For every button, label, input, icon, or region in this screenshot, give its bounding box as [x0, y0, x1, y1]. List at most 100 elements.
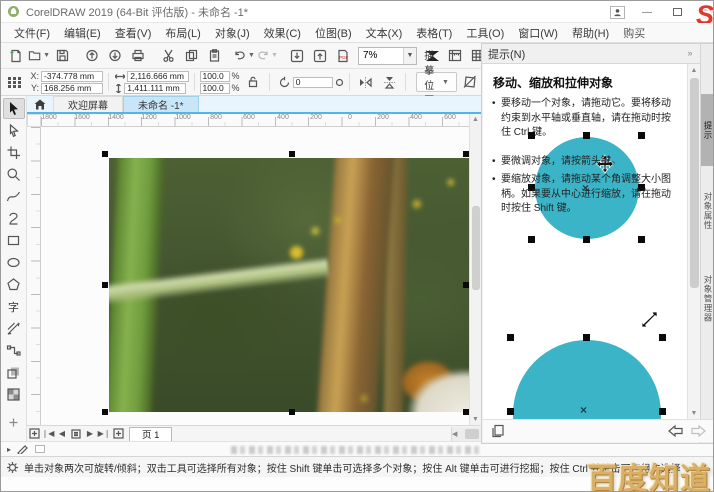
- polygon-tool[interactable]: [3, 274, 25, 295]
- copy-button[interactable]: [180, 45, 202, 67]
- next-page-icon[interactable]: ▶: [83, 427, 97, 441]
- new-document-button[interactable]: [5, 45, 27, 67]
- account-icon[interactable]: [610, 6, 625, 19]
- ellipse-tool[interactable]: [3, 252, 25, 273]
- first-page-icon[interactable]: ❘◀: [41, 427, 55, 441]
- selection-handle-top-middle[interactable]: [289, 151, 295, 157]
- selected-bitmap-image[interactable]: [109, 158, 469, 412]
- drop-shadow-tool[interactable]: [3, 362, 25, 383]
- canvas-vertical-scrollbar[interactable]: ▲ ▼: [469, 114, 481, 425]
- home-icon[interactable]: [27, 96, 53, 112]
- trace-bitmap-button[interactable]: 描摹位图(T)▼: [416, 72, 457, 92]
- menu-effects[interactable]: 效果(C): [257, 23, 308, 43]
- zoom-level-input[interactable]: [359, 48, 403, 64]
- freehand-tool[interactable]: [3, 186, 25, 207]
- scrollbar-thumb[interactable]: [472, 206, 480, 290]
- x-position-field[interactable]: [41, 71, 103, 82]
- bezier-tool[interactable]: [3, 208, 25, 229]
- tab-document-1[interactable]: 未命名 -1*: [123, 96, 199, 112]
- zoom-tool[interactable]: [3, 164, 25, 185]
- forward-arrow-icon[interactable]: [690, 424, 707, 438]
- last-page-icon[interactable]: ▶❘: [97, 427, 111, 441]
- crop-tool[interactable]: [3, 142, 25, 163]
- paste-button[interactable]: [203, 45, 225, 67]
- vertical-ruler[interactable]: [27, 127, 41, 425]
- connector-tool[interactable]: [3, 340, 25, 361]
- text-tool[interactable]: 字: [3, 296, 25, 317]
- open-button[interactable]: ▼: [28, 45, 50, 67]
- scrollbar-thumb[interactable]: [465, 429, 479, 439]
- scroll-down-icon[interactable]: ▼: [688, 408, 700, 419]
- selection-handle-bottom-left[interactable]: [102, 409, 108, 415]
- menu-help[interactable]: 帮助(H): [565, 23, 616, 43]
- object-width-field[interactable]: [127, 71, 189, 82]
- redo-button[interactable]: ▼: [256, 45, 278, 67]
- pick-tool[interactable]: [3, 98, 25, 119]
- page-list-icon[interactable]: [69, 427, 83, 441]
- zoom-dropdown-icon[interactable]: ▼: [403, 48, 416, 64]
- mirror-horizontal-icon[interactable]: [354, 71, 376, 93]
- hints-scrollbar[interactable]: ▲ ▼: [687, 64, 700, 420]
- add-page-icon[interactable]: [27, 427, 41, 441]
- scroll-down-icon[interactable]: ▼: [472, 414, 479, 425]
- menu-edit[interactable]: 编辑(E): [57, 23, 108, 43]
- customize-toolbox-button[interactable]: [3, 412, 25, 433]
- menu-layout[interactable]: 布局(L): [158, 23, 207, 43]
- dimension-tool[interactable]: [3, 318, 25, 339]
- rotation-angle-field[interactable]: [293, 77, 333, 88]
- horizontal-ruler[interactable]: 1800 1600 1400 1200 1000 800 600 400 200…: [41, 114, 469, 127]
- menu-table[interactable]: 表格(T): [409, 23, 459, 43]
- ruler-corner[interactable]: [27, 114, 41, 127]
- previous-page-icon[interactable]: ◀: [55, 427, 69, 441]
- docker-collapse-icon[interactable]: »: [687, 48, 692, 59]
- publish-pdf-button[interactable]: PDF: [332, 45, 354, 67]
- cloud-open-icon[interactable]: [81, 45, 103, 67]
- export-button[interactable]: [309, 45, 331, 67]
- scroll-left-icon[interactable]: ◀: [452, 428, 457, 440]
- lock-ratio-icon[interactable]: [242, 71, 264, 93]
- menu-text[interactable]: 文本(X): [359, 23, 410, 43]
- tab-welcome-screen[interactable]: 欢迎屏幕: [53, 96, 123, 112]
- minimize-button[interactable]: —: [639, 5, 655, 19]
- straighten-image-icon[interactable]: [459, 71, 481, 93]
- mirror-vertical-icon[interactable]: [378, 71, 400, 93]
- zoom-level-combobox[interactable]: ▼: [358, 47, 417, 65]
- import-button[interactable]: [286, 45, 308, 67]
- scale-y-field[interactable]: [200, 83, 230, 94]
- transparency-tool[interactable]: [3, 384, 25, 405]
- menu-file[interactable]: 文件(F): [7, 23, 57, 43]
- rail-tab-object-manager[interactable]: 对象管理器: [701, 256, 714, 342]
- menu-tools[interactable]: 工具(O): [459, 23, 511, 43]
- rail-tab-hints[interactable]: 提示: [701, 94, 714, 166]
- print-button[interactable]: [127, 45, 149, 67]
- selection-handle-bottom-middle[interactable]: [289, 409, 295, 415]
- page-1-tab[interactable]: 页 1: [129, 427, 172, 441]
- canvas-horizontal-scrollbar[interactable]: ◀: [451, 427, 481, 441]
- menu-bitmaps[interactable]: 位图(B): [308, 23, 359, 43]
- y-position-field[interactable]: [41, 83, 103, 94]
- add-page-icon-2[interactable]: [111, 427, 125, 441]
- rail-tab-object-properties[interactable]: 对象属性: [701, 172, 714, 250]
- menu-buy[interactable]: 购买: [616, 23, 652, 43]
- cut-button[interactable]: [157, 45, 179, 67]
- maximize-button[interactable]: [669, 5, 685, 19]
- scale-x-field[interactable]: [200, 71, 230, 82]
- selection-handle-middle-left[interactable]: [102, 282, 108, 288]
- save-button[interactable]: [51, 45, 73, 67]
- expand-icon[interactable]: ▸: [7, 445, 11, 454]
- menu-window[interactable]: 窗口(W): [511, 23, 565, 43]
- menu-view[interactable]: 查看(V): [108, 23, 159, 43]
- swatch-icon[interactable]: [35, 445, 45, 453]
- selection-handle-top-left[interactable]: [102, 151, 108, 157]
- copy-page-icon[interactable]: [491, 424, 505, 438]
- drawing-canvas[interactable]: [41, 127, 469, 425]
- scroll-up-icon[interactable]: ▲: [472, 114, 479, 125]
- back-arrow-icon[interactable]: [667, 424, 684, 438]
- cloud-save-icon[interactable]: [104, 45, 126, 67]
- pen-icon[interactable]: [17, 444, 29, 454]
- scrollbar-thumb[interactable]: [690, 78, 699, 288]
- object-height-field[interactable]: [124, 83, 186, 94]
- menu-object[interactable]: 对象(J): [208, 23, 257, 43]
- rectangle-tool[interactable]: [3, 230, 25, 251]
- shape-tool[interactable]: [3, 120, 25, 141]
